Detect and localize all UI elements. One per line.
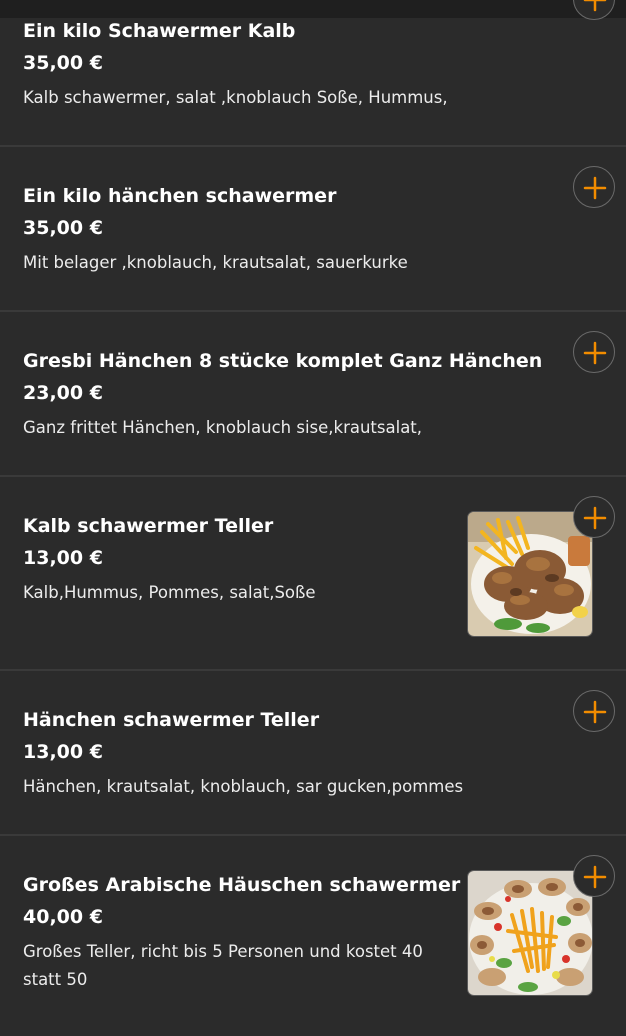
item-price: 23,00 € bbox=[23, 382, 103, 404]
item-title: Hänchen schawermer Teller bbox=[23, 709, 320, 731]
add-to-cart-button[interactable] bbox=[573, 690, 615, 732]
menu-item[interactable]: Kalb schawermer Teller 13,00 € Kalb,Humm… bbox=[0, 477, 626, 671]
menu-item[interactable]: Ein kilo Schawermer Kalb 35,00 € Kalb sc… bbox=[0, 0, 626, 147]
item-description: Kalb schawermer, salat ,knoblauch Soße, … bbox=[23, 88, 448, 107]
menu-item[interactable]: Hänchen schawermer Teller 13,00 € Hänche… bbox=[0, 671, 626, 836]
plus-icon bbox=[583, 865, 607, 889]
item-title: Kalb schawermer Teller bbox=[23, 515, 274, 537]
add-to-cart-button[interactable] bbox=[573, 166, 615, 208]
plus-icon bbox=[583, 176, 607, 200]
plus-icon bbox=[583, 506, 607, 530]
add-to-cart-button[interactable] bbox=[573, 855, 615, 897]
plus-icon bbox=[583, 0, 607, 12]
item-description: Mit belager ,knoblauch, krautsalat, saue… bbox=[23, 253, 408, 272]
plus-icon bbox=[583, 700, 607, 724]
add-to-cart-button[interactable] bbox=[573, 0, 615, 20]
item-price: 35,00 € bbox=[23, 217, 103, 239]
menu-item[interactable]: Ein kilo hänchen schawermer 35,00 € Mit … bbox=[0, 147, 626, 312]
item-description: Hänchen, krautsalat, knoblauch, sar guck… bbox=[23, 777, 464, 796]
add-to-cart-button[interactable] bbox=[573, 331, 615, 373]
top-bar bbox=[0, 0, 626, 18]
menu-item[interactable]: Großes Arabische Häuschen schawermer 40,… bbox=[0, 836, 626, 1036]
item-price: 40,00 € bbox=[23, 906, 103, 928]
item-description: Ganz frittet Hänchen, knoblauch sise,kra… bbox=[23, 418, 423, 437]
menu-item[interactable]: Gresbi Hänchen 8 stücke komplet Ganz Hän… bbox=[0, 312, 626, 477]
item-title: Ein kilo hänchen schawermer bbox=[23, 185, 337, 207]
item-price: 35,00 € bbox=[23, 52, 103, 74]
item-title: Gresbi Hänchen 8 stücke komplet Ganz Hän… bbox=[23, 350, 543, 372]
add-to-cart-button[interactable] bbox=[573, 496, 615, 538]
item-price: 13,00 € bbox=[23, 547, 103, 569]
item-title: Ein kilo Schawermer Kalb bbox=[23, 20, 296, 42]
item-price: 13,00 € bbox=[23, 741, 103, 763]
item-description: Großes Teller, richt bis 5 Personen und … bbox=[23, 942, 423, 989]
item-description: Kalb,Hummus, Pommes, salat,Soße bbox=[23, 583, 316, 602]
item-title: Großes Arabische Häuschen schawermer bbox=[23, 874, 461, 896]
plus-icon bbox=[583, 341, 607, 365]
